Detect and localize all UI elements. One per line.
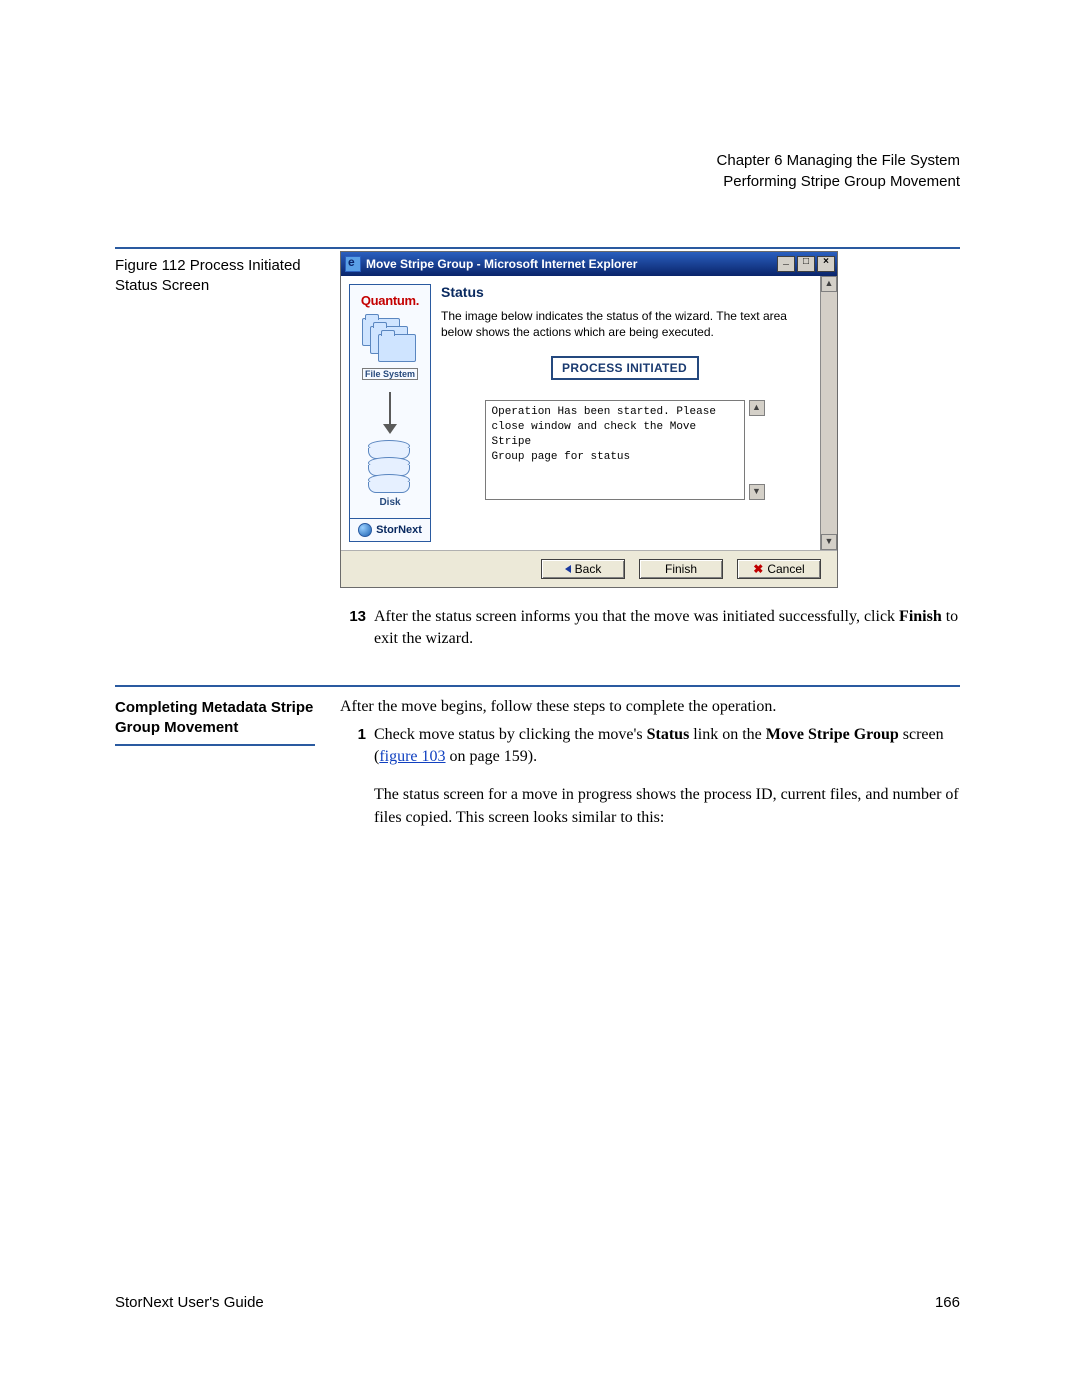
scroll-up-icon[interactable]: ▲: [749, 400, 765, 416]
scroll-down-icon[interactable]: ▼: [749, 484, 765, 500]
page-header: Chapter 6 Managing the File System Perfo…: [115, 150, 960, 192]
footer-left: StorNext User's Guide: [115, 1294, 264, 1311]
wizard-sidebar: Quantum. File System: [349, 284, 431, 542]
figure-103-link[interactable]: figure 103: [379, 748, 445, 765]
wizard-button-row: Back Finish ✖ Cancel: [341, 550, 837, 587]
cancel-button[interactable]: ✖ Cancel: [737, 559, 821, 579]
scroll-up-icon[interactable]: ▲: [821, 276, 837, 292]
step-number: 13: [340, 606, 374, 627]
wizard-content: Status The image below indicates the sta…: [431, 284, 812, 542]
disk-label: Disk: [354, 497, 426, 508]
divider: [115, 744, 315, 746]
cancel-x-icon: ✖: [753, 562, 763, 576]
page-scrollbar[interactable]: ▲ ▼: [820, 276, 837, 550]
filesystem-label: File System: [362, 368, 418, 380]
section-line: Performing Stripe Group Movement: [115, 171, 960, 192]
back-arrow-icon: [565, 565, 571, 573]
page-footer: StorNext User's Guide 166: [115, 1294, 960, 1311]
divider: [115, 247, 960, 249]
ie-icon: [345, 256, 361, 272]
figure-caption: Figure 112 Process Initiated Status Scre…: [115, 256, 340, 297]
screenshot-window: Move Stripe Group - Microsoft Internet E…: [340, 251, 838, 588]
finish-button[interactable]: Finish: [639, 559, 723, 579]
step-number: 1: [340, 724, 374, 745]
window-title: Move Stripe Group - Microsoft Internet E…: [366, 257, 637, 271]
process-initiated-badge: PROCESS INITIATED: [551, 356, 699, 380]
page-number: 166: [935, 1294, 960, 1311]
divider: [115, 685, 960, 687]
status-heading: Status: [441, 284, 808, 300]
back-button[interactable]: Back: [541, 559, 625, 579]
status-message-box: Operation Has been started. Please close…: [485, 400, 745, 500]
scroll-down-icon[interactable]: ▼: [821, 534, 837, 550]
section-intro: After the move begins, follow these step…: [340, 695, 960, 718]
step-1-para-2: The status screen for a move in progress…: [374, 783, 960, 829]
filesystem-icon: [362, 318, 418, 366]
stornext-brand: StorNext: [350, 518, 430, 541]
textarea-scrollbar[interactable]: ▲ ▼: [749, 400, 765, 500]
chapter-line: Chapter 6 Managing the File System: [115, 150, 960, 171]
step-13: 13 After the status screen informs you t…: [340, 606, 960, 651]
globe-icon: [358, 523, 372, 537]
quantum-logo: Quantum.: [354, 293, 426, 308]
status-description: The image below indicates the status of …: [441, 308, 808, 340]
section-heading: Completing Metadata Stripe Group Movemen…: [115, 698, 340, 739]
maximize-button[interactable]: □: [797, 256, 815, 272]
step-1: 1 Check move status by clicking the move…: [340, 724, 960, 835]
minimize-button[interactable]: _: [777, 256, 795, 272]
window-titlebar: Move Stripe Group - Microsoft Internet E…: [341, 252, 837, 276]
close-button[interactable]: ×: [817, 256, 835, 272]
arrow-down-icon: [389, 392, 391, 432]
disk-icon: [368, 440, 412, 493]
